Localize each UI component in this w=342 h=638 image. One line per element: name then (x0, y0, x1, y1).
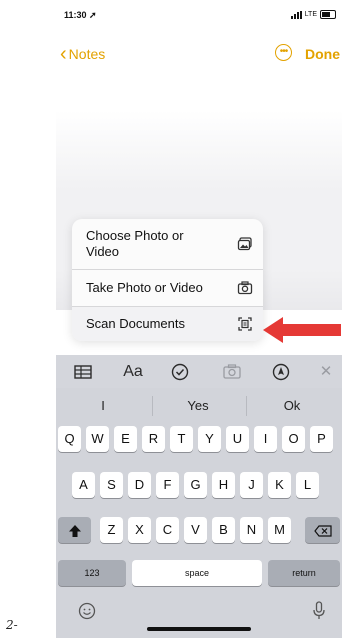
microphone-icon[interactable] (312, 601, 326, 621)
key-h[interactable]: H (212, 472, 235, 498)
shift-key[interactable] (58, 517, 91, 543)
attachment-menu: Choose Photo or Video Take Photo or Vide… (72, 219, 263, 341)
done-button[interactable]: Done (305, 46, 340, 62)
camera-icon[interactable] (221, 361, 243, 383)
phone-screen: 11:30 ➚ LTE ‹ Notes ••• Done Choose Phot… (56, 0, 342, 638)
key-m[interactable]: M (268, 517, 291, 543)
close-icon[interactable]: ✕ (315, 361, 337, 383)
menu-item-label: Take Photo or Video (86, 280, 203, 295)
menu-item-label: Scan Documents (86, 316, 185, 331)
key-w[interactable]: W (86, 426, 109, 452)
page-label: 2- (6, 618, 18, 632)
menu-item-choose-photo[interactable]: Choose Photo or Video (72, 219, 263, 270)
key-p[interactable]: P (310, 426, 333, 452)
shift-icon (68, 524, 81, 537)
key-f[interactable]: F (156, 472, 179, 498)
numbers-key[interactable]: 123 (58, 560, 126, 586)
key-a[interactable]: A (72, 472, 95, 498)
key-s[interactable]: S (100, 472, 123, 498)
keyboard-toolbar: Aa ✕ (56, 355, 342, 388)
home-indicator[interactable] (147, 627, 251, 631)
markup-icon[interactable] (270, 361, 292, 383)
return-key[interactable]: return (268, 560, 340, 586)
key-d[interactable]: D (128, 472, 151, 498)
prediction-item[interactable]: Ok (262, 398, 322, 413)
key-i[interactable]: I (254, 426, 277, 452)
key-x[interactable]: X (128, 517, 151, 543)
key-l[interactable]: L (296, 472, 319, 498)
space-key[interactable]: space (132, 560, 262, 586)
network-label: LTE (304, 11, 317, 18)
delete-key[interactable] (305, 517, 340, 543)
key-c[interactable]: C (156, 517, 179, 543)
key-e[interactable]: E (114, 426, 137, 452)
back-button[interactable]: ‹ Notes (60, 43, 106, 65)
keyboard: I Yes Ok Q W E R T Y U I O P A S D F G H… (56, 388, 342, 638)
chevron-left-icon: ‹ (60, 43, 67, 65)
table-icon[interactable] (72, 361, 94, 383)
navigation-bar: ‹ Notes ••• Done (56, 44, 342, 68)
status-bar: 11:30 ➚ LTE (56, 8, 342, 24)
menu-item-label: Choose Photo or Video (86, 228, 184, 259)
red-arrow-annotation (263, 317, 341, 343)
more-options-icon[interactable]: ••• (275, 44, 292, 61)
prediction-item[interactable]: I (73, 398, 133, 413)
key-k[interactable]: K (268, 472, 291, 498)
predictive-bar: I Yes Ok (56, 388, 342, 424)
key-y[interactable]: Y (198, 426, 221, 452)
status-indicators: LTE (290, 10, 336, 19)
key-n[interactable]: N (240, 517, 263, 543)
key-b[interactable]: B (212, 517, 235, 543)
status-time: 11:30 ➚ (64, 10, 97, 20)
delete-icon (313, 524, 332, 537)
text-format-icon[interactable]: Aa (118, 361, 148, 383)
key-g[interactable]: G (184, 472, 207, 498)
key-r[interactable]: R (142, 426, 165, 452)
signal-icon (290, 10, 302, 19)
key-q[interactable]: Q (58, 426, 81, 452)
key-j[interactable]: J (240, 472, 263, 498)
menu-item-scan-documents[interactable]: Scan Documents (72, 307, 263, 341)
emoji-icon[interactable] (78, 602, 96, 620)
prediction-item[interactable]: Yes (168, 398, 228, 413)
camera-icon (237, 281, 253, 295)
back-label: Notes (68, 46, 106, 62)
key-v[interactable]: V (184, 517, 207, 543)
key-o[interactable]: O (282, 426, 305, 452)
menu-item-take-photo[interactable]: Take Photo or Video (72, 270, 263, 307)
key-z[interactable]: Z (100, 517, 123, 543)
key-t[interactable]: T (170, 426, 193, 452)
battery-icon (320, 10, 336, 19)
scan-document-icon (238, 317, 252, 331)
key-u[interactable]: U (226, 426, 249, 452)
checklist-icon[interactable] (169, 361, 191, 383)
photo-library-icon (237, 237, 252, 251)
